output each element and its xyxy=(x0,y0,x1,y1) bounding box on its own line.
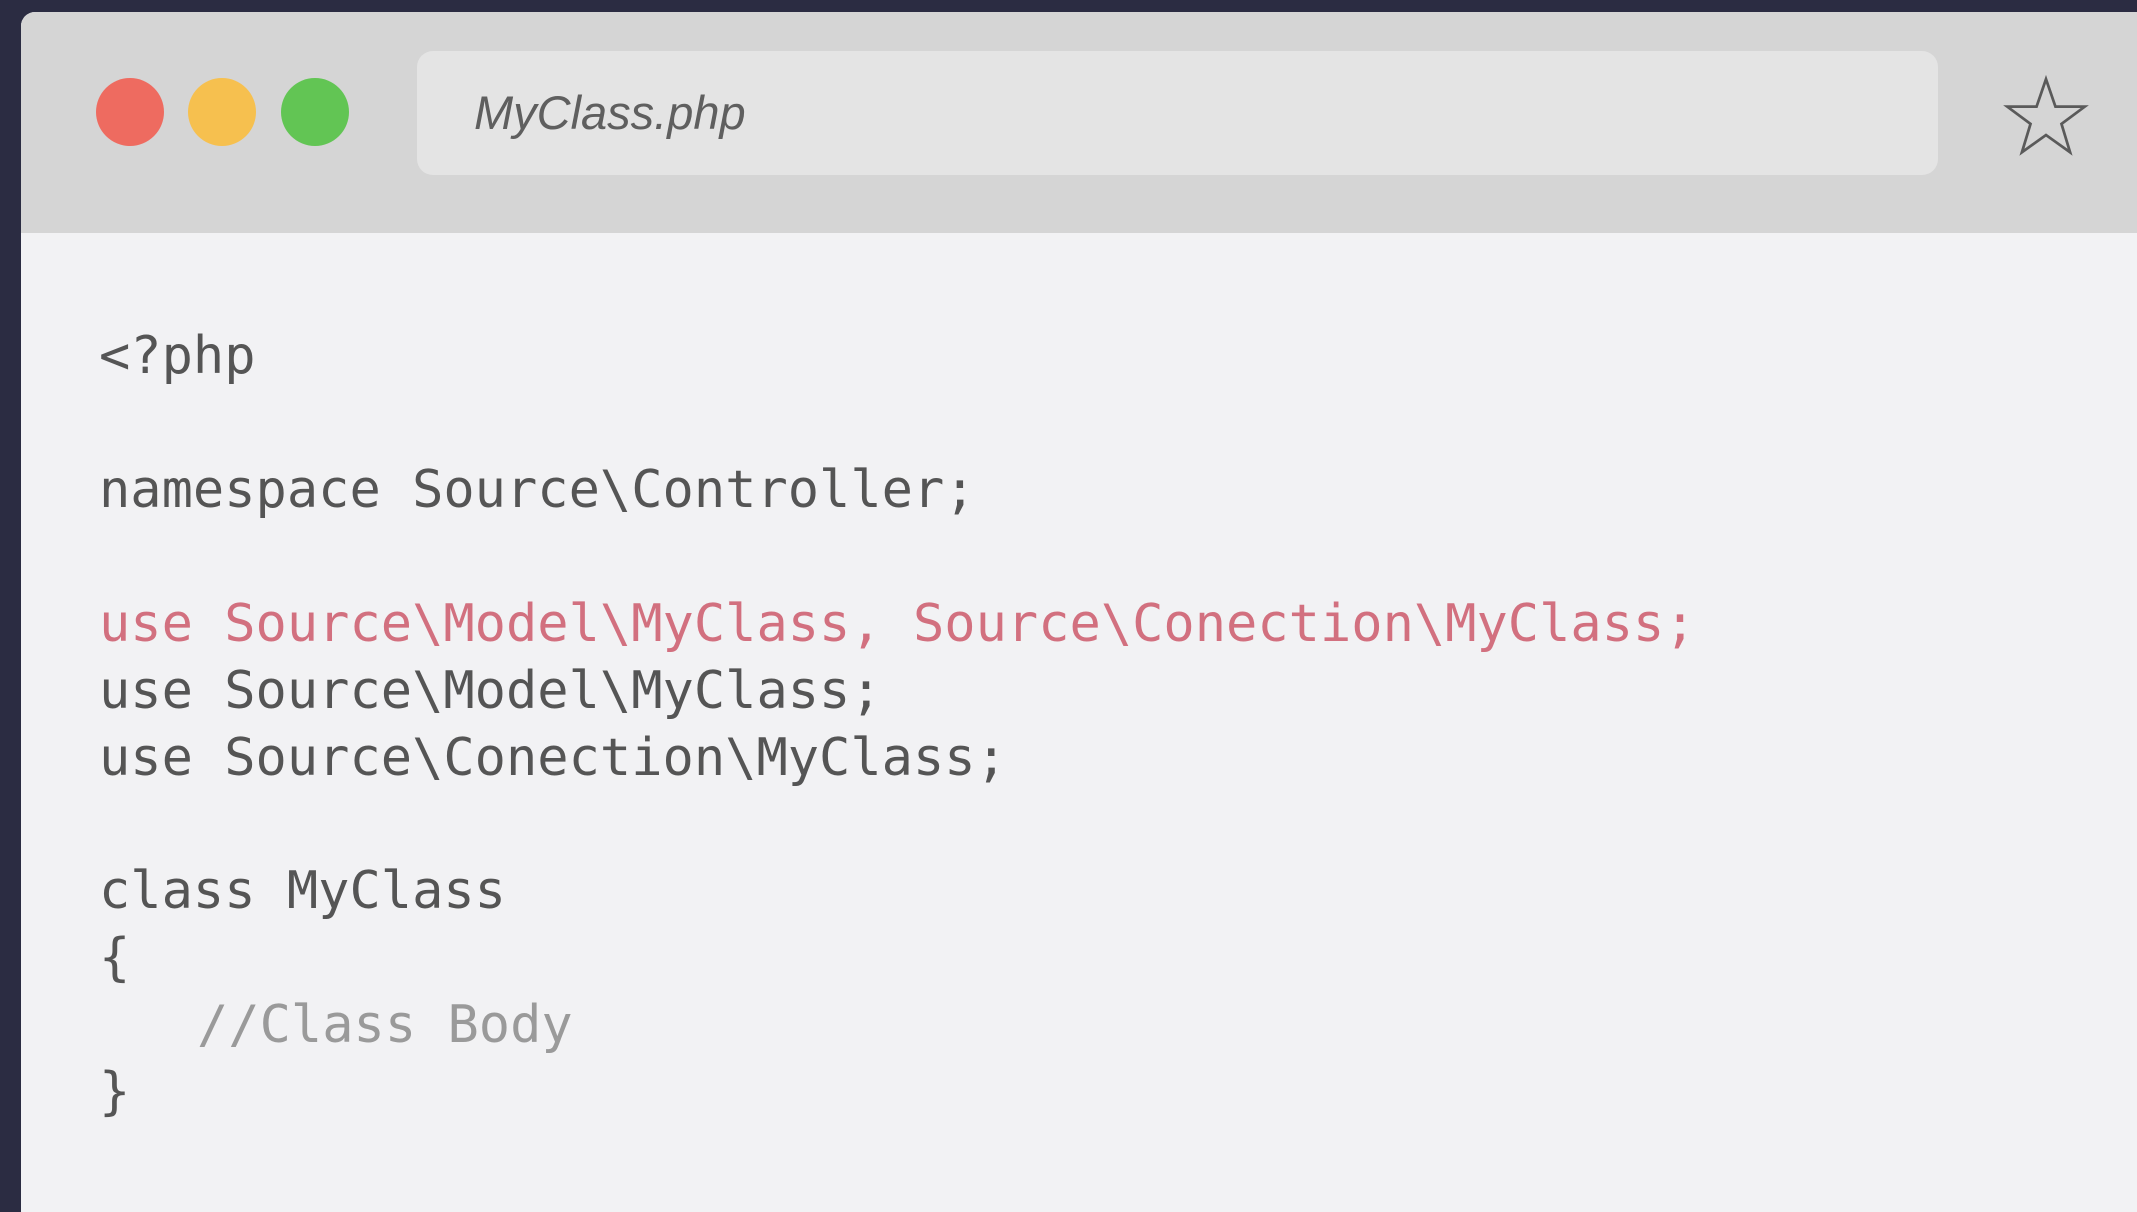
code-line-use-highlighted: use Source\Model\MyClass, Source\Conecti… xyxy=(99,594,1696,654)
code-line-comment: //Class Body xyxy=(197,995,573,1055)
maximize-button[interactable] xyxy=(281,78,349,146)
file-title: MyClass.php xyxy=(474,86,746,139)
code-line-use-model: use Source\Model\MyClass; xyxy=(99,661,882,721)
code-line-close-brace: } xyxy=(99,1062,131,1122)
code-line-use-conection: use Source\Conection\MyClass; xyxy=(99,728,1007,788)
code-line-php-open: <?php xyxy=(99,326,256,386)
code-area[interactable]: <?php namespace Source\Controller; use S… xyxy=(99,12,1696,1122)
star-icon[interactable] xyxy=(2003,74,2089,160)
editor-window: MyClass.php <?php namespace Source\Contr… xyxy=(21,12,2137,1212)
title-bar: MyClass.php xyxy=(21,12,2137,233)
code-line-open-brace: { xyxy=(99,928,131,988)
code-line-namespace: namespace Source\Controller; xyxy=(99,460,976,520)
address-bar[interactable]: MyClass.php xyxy=(417,51,1938,175)
code-line-class-declaration: class MyClass xyxy=(99,861,506,921)
